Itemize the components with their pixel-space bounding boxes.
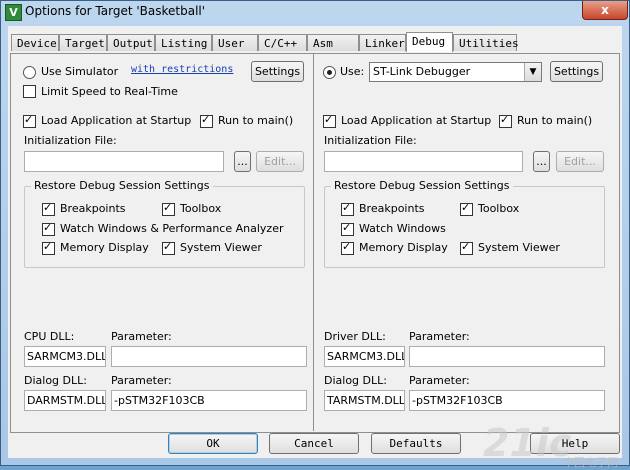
tab-linker[interactable]: Linker: [359, 34, 406, 51]
debugger-select-value: ST-Link Debugger: [373, 65, 471, 78]
use-simulator-label: Use Simulator: [41, 65, 119, 78]
left-dialog-parameter-label: Parameter:: [111, 374, 172, 387]
tab-output[interactable]: Output: [107, 34, 155, 51]
left-restore-title: Restore Debug Session Settings: [31, 179, 213, 192]
tab-cc[interactable]: C/C++: [258, 34, 307, 51]
watermark-logo: 21ic: [483, 421, 572, 465]
left-system-viewer-label: System Viewer: [180, 241, 262, 254]
debugger-select[interactable]: ST-Link Debugger ▼: [369, 62, 542, 82]
title-bar: V Options for Target 'Basketball' x: [1, 1, 629, 23]
right-toolbox-checkbox[interactable]: [460, 201, 473, 216]
driver-parameter-input[interactable]: [409, 346, 605, 367]
right-init-file-input[interactable]: [324, 151, 523, 172]
left-init-file-input[interactable]: [24, 151, 224, 172]
left-memory-display-checkbox[interactable]: [42, 240, 55, 255]
left-toolbox-checkbox[interactable]: [162, 201, 175, 216]
tab-asm[interactable]: Asm: [307, 34, 359, 51]
debugger-settings-button[interactable]: Settings: [550, 61, 603, 82]
right-dialog-parameter-label: Parameter:: [409, 374, 470, 387]
close-button[interactable]: x: [582, 1, 628, 20]
watermark-subtext: 中国电子网: [563, 456, 618, 469]
use-simulator-radio[interactable]: [23, 66, 36, 79]
cpu-parameter-label: Parameter:: [111, 330, 172, 343]
tab-listing[interactable]: Listing: [155, 34, 212, 51]
left-watch-windows-label: Watch Windows & Performance Analyzer: [60, 222, 284, 235]
right-dialog-dll-input[interactable]: TARMSTM.DLL: [324, 390, 405, 411]
chevron-down-icon: ▼: [524, 63, 541, 81]
restrictions-link[interactable]: with restrictions: [131, 64, 233, 75]
tab-device[interactable]: Device: [11, 34, 59, 51]
tab-utilities[interactable]: Utilities: [453, 34, 519, 51]
left-load-app-label: Load Application at Startup: [41, 114, 192, 127]
app-icon: V: [5, 4, 22, 21]
left-run-to-main-checkbox[interactable]: [200, 113, 213, 128]
left-system-viewer-checkbox[interactable]: [162, 240, 175, 255]
right-watch-windows-checkbox[interactable]: [341, 221, 354, 236]
left-edit-button[interactable]: Edit...: [256, 151, 304, 172]
left-watch-windows-checkbox[interactable]: [42, 221, 55, 236]
driver-parameter-label: Parameter:: [409, 330, 470, 343]
dialog-client: Device Target Output Listing User C/C++ …: [8, 26, 622, 469]
right-breakpoints-checkbox[interactable]: [341, 201, 354, 216]
left-load-app-checkbox[interactable]: [23, 113, 36, 128]
right-load-app-checkbox[interactable]: [323, 113, 336, 128]
right-toolbox-label: Toolbox: [478, 202, 520, 215]
left-breakpoints-checkbox[interactable]: [42, 201, 55, 216]
driver-dll-label: Driver DLL:: [324, 330, 386, 343]
window-title: Options for Target 'Basketball': [25, 4, 206, 18]
tab-user[interactable]: User: [212, 34, 258, 51]
right-memory-display-label: Memory Display: [359, 241, 448, 254]
cpu-dll-label: CPU DLL:: [24, 330, 75, 343]
use-debugger-label: Use:: [340, 65, 365, 78]
left-browse-button[interactable]: ...: [234, 151, 251, 172]
right-restore-title: Restore Debug Session Settings: [331, 179, 513, 192]
tab-debug[interactable]: Debug: [406, 32, 453, 52]
right-browse-button[interactable]: ...: [533, 151, 550, 172]
right-watch-windows-label: Watch Windows: [359, 222, 446, 235]
panel-divider: [313, 53, 314, 431]
limit-speed-checkbox[interactable]: [23, 85, 36, 98]
right-dialog-dll-label: Dialog DLL:: [324, 374, 387, 387]
ok-button[interactable]: OK: [168, 433, 258, 454]
left-breakpoints-label: Breakpoints: [60, 202, 126, 215]
left-toolbox-label: Toolbox: [180, 202, 222, 215]
tab-target[interactable]: Target: [59, 34, 107, 51]
left-dialog-dll-label: Dialog DLL:: [24, 374, 87, 387]
right-run-to-main-checkbox[interactable]: [499, 113, 512, 128]
left-memory-display-label: Memory Display: [60, 241, 149, 254]
right-system-viewer-label: System Viewer: [478, 241, 560, 254]
right-system-viewer-checkbox[interactable]: [460, 240, 473, 255]
right-memory-display-checkbox[interactable]: [341, 240, 354, 255]
simulator-settings-button[interactable]: Settings: [251, 61, 304, 82]
right-load-app-label: Load Application at Startup: [341, 114, 492, 127]
right-breakpoints-label: Breakpoints: [359, 202, 425, 215]
defaults-button[interactable]: Defaults: [371, 433, 461, 454]
left-init-file-label: Initialization File:: [24, 134, 117, 147]
cancel-button[interactable]: Cancel: [269, 433, 359, 454]
right-init-file-label: Initialization File:: [324, 134, 417, 147]
right-edit-button[interactable]: Edit...: [556, 151, 604, 172]
left-dialog-parameter-input[interactable]: -pSTM32F103CB: [111, 390, 307, 411]
right-run-to-main-label: Run to main(): [517, 114, 593, 127]
left-run-to-main-label: Run to main(): [218, 114, 294, 127]
right-dialog-parameter-input[interactable]: -pSTM32F103CB: [409, 390, 605, 411]
cpu-parameter-input[interactable]: [111, 346, 307, 367]
use-debugger-radio[interactable]: [323, 66, 336, 79]
limit-speed-label: Limit Speed to Real-Time: [41, 85, 178, 98]
cpu-dll-input[interactable]: SARMCM3.DLL: [24, 346, 106, 367]
left-dialog-dll-input[interactable]: DARMSTM.DLL: [24, 390, 106, 411]
driver-dll-input[interactable]: SARMCM3.DLL: [324, 346, 405, 367]
options-dialog: V Options for Target 'Basketball' x Devi…: [0, 0, 630, 469]
